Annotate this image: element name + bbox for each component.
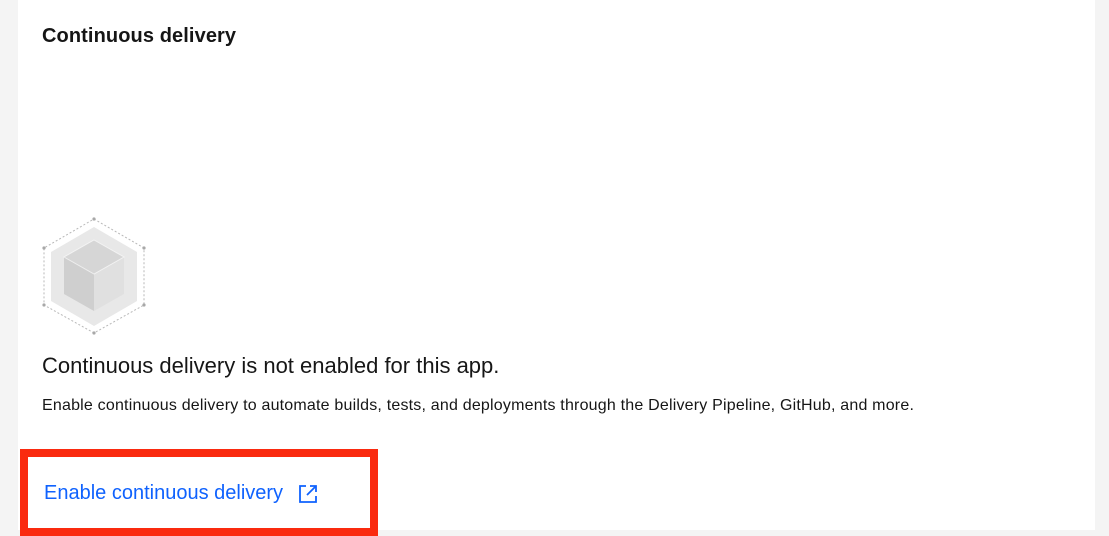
card-title: Continuous delivery	[42, 25, 237, 47]
empty-state-heading: Continuous delivery is not enabled for t…	[42, 353, 500, 378]
enable-continuous-delivery-link[interactable]: Enable continuous delivery	[44, 482, 319, 505]
launch-icon	[299, 484, 317, 503]
enable-link-label: Enable continuous delivery	[44, 482, 284, 504]
cube-icon	[42, 217, 146, 335]
empty-state-description: Enable continuous delivery to automate b…	[42, 397, 915, 414]
